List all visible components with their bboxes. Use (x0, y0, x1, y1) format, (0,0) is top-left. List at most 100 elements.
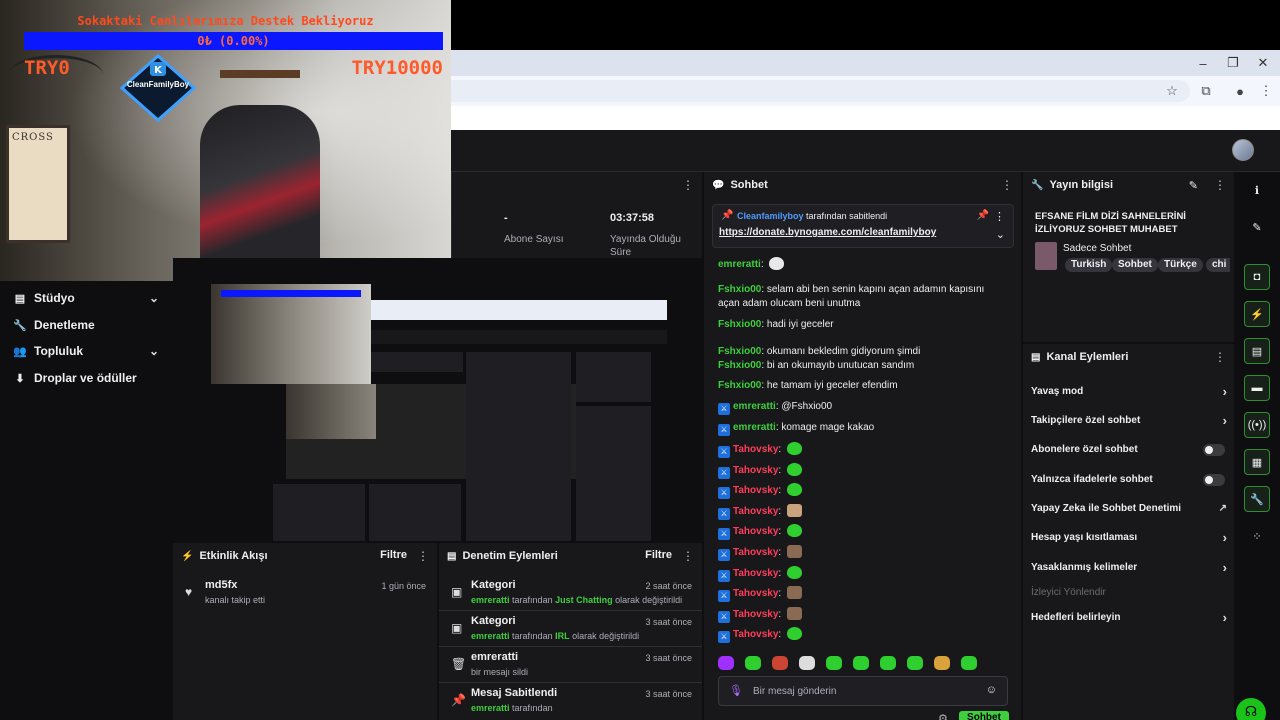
more-options-icon[interactable]: ⋮ (1001, 178, 1013, 192)
action-slow-mode[interactable]: Yavaş mod › (1031, 383, 1227, 401)
sidebar-item-moderation[interactable]: 🔧 Denetleme (0, 312, 173, 338)
chat-username[interactable]: Tahovsky (733, 526, 778, 537)
emote-button[interactable] (799, 656, 815, 670)
toggle-switch[interactable] (1203, 474, 1225, 486)
more-options-icon[interactable]: ⋮ (682, 549, 694, 563)
mod-badge-icon[interactable]: ⚔ (718, 424, 730, 436)
chat-username[interactable]: Tahovsky (733, 629, 778, 640)
browser-menu-icon[interactable]: ⋮ (1256, 82, 1276, 100)
emote-button[interactable] (853, 656, 869, 670)
sidebar-item-drops[interactable]: ⬇ Droplar ve ödüller (0, 365, 173, 391)
action-ai-moderation[interactable]: Yapay Zeka ile Sohbet Denetimi ↗ (1031, 500, 1227, 518)
mod-badge-icon[interactable]: ⚔ (718, 549, 730, 561)
emote-button[interactable] (826, 656, 842, 670)
emote-button[interactable] (718, 656, 734, 670)
wrench-icon[interactable]: 🔧 (1244, 486, 1270, 512)
chat-username[interactable]: emreratti (733, 422, 776, 433)
close-icon[interactable]: ✕ (1248, 50, 1278, 76)
mod-badge-icon[interactable]: ⚔ (718, 403, 730, 415)
emote-button[interactable] (907, 656, 923, 670)
settings-gear-icon[interactable]: ⚙ (938, 712, 948, 720)
more-options-icon[interactable]: ⋮ (1214, 350, 1226, 364)
chat-username[interactable]: Fshxio00 (718, 346, 761, 357)
chevron-down-icon[interactable]: ⌄ (996, 228, 1005, 241)
stream-preview[interactable] (173, 258, 702, 541)
emote-button[interactable] (745, 656, 761, 670)
bookmarks-bar (450, 106, 1280, 130)
chat-username[interactable]: emreratti (718, 259, 761, 270)
bookmark-star-icon[interactable]: ☆ (1162, 82, 1182, 100)
info-icon[interactable]: ℹ (1244, 177, 1270, 203)
action-set-goals[interactable]: Hedefleri belirleyin › (1031, 609, 1227, 627)
stream-tag[interactable]: Sohbet (1112, 258, 1158, 272)
chat-username[interactable]: Tahovsky (733, 588, 778, 599)
pin-menu-icon[interactable]: ⋮ (994, 210, 1005, 223)
profile-icon[interactable]: ● (1230, 82, 1250, 100)
stream-tag[interactable]: Turkish (1065, 258, 1113, 272)
emote-button[interactable] (961, 656, 977, 670)
toggle-switch[interactable] (1203, 444, 1225, 456)
chat-colon: : (778, 629, 784, 640)
emote-button[interactable] (772, 656, 788, 670)
minimize-icon[interactable]: – (1188, 50, 1218, 76)
chat-bubble-icon[interactable]: ▬ (1244, 375, 1270, 401)
mod-badge-icon[interactable]: ⚔ (718, 487, 730, 499)
mod-badge-icon[interactable]: ⚔ (718, 570, 730, 582)
edit-pencil-icon[interactable]: ✎ (1244, 214, 1270, 240)
chat-username[interactable]: Tahovsky (733, 568, 778, 579)
stream-manager-icon[interactable]: ▦ (1244, 449, 1270, 475)
sidebar-item-studio[interactable]: ▤ Stüdyo ⌄ (0, 285, 173, 311)
action-subscribers-only[interactable]: Abonelere özel sohbet (1031, 441, 1227, 459)
add-action-icon[interactable]: ⁘ (1244, 523, 1270, 549)
modlog-filter-button[interactable]: Filtre (645, 549, 672, 561)
more-options-icon[interactable]: ⋮ (417, 549, 429, 563)
stream-tag[interactable]: Türkçe (1158, 258, 1203, 272)
address-bar[interactable] (450, 80, 1190, 102)
chat-username[interactable]: Tahovsky (733, 444, 778, 455)
notes-icon[interactable]: ▤ (1244, 338, 1270, 364)
sidebar-item-community[interactable]: 👥 Topluluk ⌄ (0, 338, 173, 364)
chat-username[interactable]: Tahovsky (733, 609, 778, 620)
emote-picker-icon[interactable]: ☺ (986, 684, 997, 696)
more-options-icon[interactable]: ⋮ (682, 178, 694, 192)
chat-username[interactable]: Tahovsky (733, 506, 778, 517)
chat-username[interactable]: Fshxio00 (718, 319, 761, 330)
emote-button[interactable] (880, 656, 896, 670)
extensions-icon[interactable]: ⧉ (1196, 82, 1216, 100)
mod-badge-icon[interactable]: ⚔ (718, 446, 730, 458)
chat-username[interactable]: emreratti (733, 401, 776, 412)
chat-username[interactable]: Fshxio00 (718, 360, 761, 371)
mod-badge-icon[interactable]: ⚔ (718, 467, 730, 479)
chat-send-button[interactable]: Sohbet (959, 711, 1009, 720)
restore-icon[interactable]: ❐ (1218, 50, 1248, 76)
mod-badge-icon[interactable]: ⚔ (718, 508, 730, 520)
mod-badge-icon[interactable]: ⚔ (718, 631, 730, 643)
action-blocked-terms[interactable]: Yasaklanmış kelimeler › (1031, 559, 1227, 577)
activity-filter-button[interactable]: Filtre (380, 549, 407, 561)
chat-username[interactable]: Fshxio00 (718, 380, 761, 391)
emote-button[interactable] (934, 656, 950, 670)
unpin-icon[interactable]: 📌 (977, 210, 989, 221)
edit-pencil-icon[interactable]: ✎ (1189, 179, 1198, 192)
action-followers-only[interactable]: Takipçilere özel sohbet › (1031, 412, 1227, 430)
user-avatar[interactable] (1232, 139, 1254, 161)
chat-username[interactable]: Tahovsky (733, 465, 778, 476)
more-options-icon[interactable]: ⋮ (1214, 178, 1226, 192)
pinned-link[interactable]: https://donate.bynogame.com/cleanfamilyb… (719, 227, 936, 238)
chat-username[interactable]: Tahovsky (733, 547, 778, 558)
mod-badge-icon[interactable]: ⚔ (718, 528, 730, 540)
mod-badge-icon[interactable]: ⚔ (718, 590, 730, 602)
action-account-age[interactable]: Hesap yaşı kısıtlaması › (1031, 529, 1227, 547)
stream-tag[interactable]: chi (1206, 258, 1231, 272)
broadcast-icon[interactable]: ((•)) (1244, 412, 1270, 438)
chat-username[interactable]: Tahovsky (733, 485, 778, 496)
clip-icon[interactable]: ◘ (1244, 264, 1270, 290)
chat-input[interactable]: 🎙 Bir mesaj gönderin ☺ (718, 676, 1008, 706)
help-button[interactable]: ☊ (1236, 698, 1266, 720)
pinned-message[interactable]: 📌 Cleanfamilyboy tarafından sabitlendi 📌… (712, 204, 1014, 248)
chat-username[interactable]: Fshxio00 (718, 284, 761, 295)
lightning-icon[interactable]: ⚡ (1244, 301, 1270, 327)
microphone-icon[interactable]: 🎙 (729, 684, 743, 697)
action-emote-only[interactable]: Yalnızca ifadelerle sohbet (1031, 471, 1227, 489)
mod-badge-icon[interactable]: ⚔ (718, 611, 730, 623)
